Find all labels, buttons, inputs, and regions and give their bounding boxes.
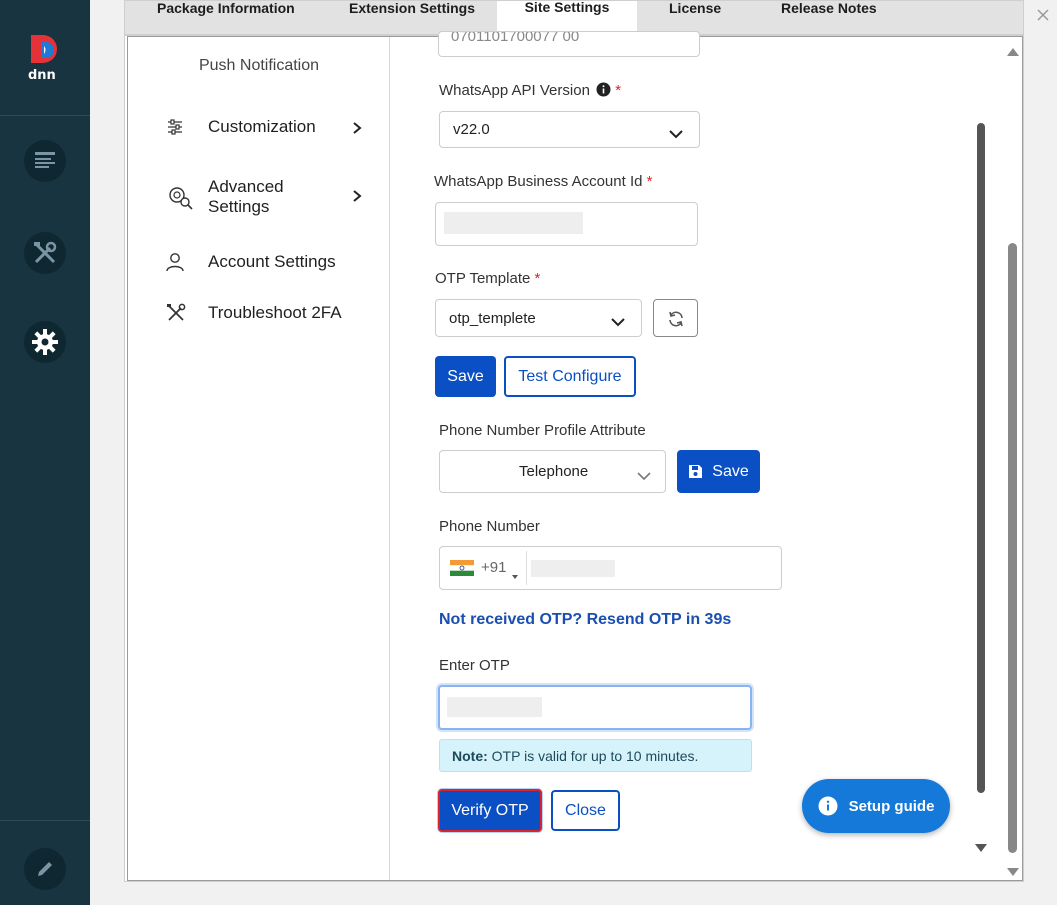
phone-attr-label: Phone Number Profile Attribute [439,422,646,439]
required-mark: * [646,173,653,190]
otp-input[interactable] [438,685,752,730]
floppy-disk-icon [688,464,703,479]
tab-site-settings-label: Site Settings [524,0,610,15]
nav-label-customization: Customization [208,117,316,136]
nav-label-troubleshoot: Troubleshoot 2FA [208,303,342,322]
settings-panel: Package Information Extension Settings S… [124,0,1024,882]
business-id-input[interactable] [435,202,698,246]
save-button[interactable]: Save [435,356,496,397]
nav-label-advanced: Advanced Settings [208,177,284,217]
test-configure-button[interactable]: Test Configure [504,356,636,397]
tab-license[interactable]: License [669,0,721,16]
close-button[interactable]: Close [551,790,620,831]
save-phone-attr-button[interactable]: Save [677,450,760,493]
chevron-down-icon [611,314,625,332]
phone-number-id-input[interactable]: 0701101700077 00 [438,31,700,57]
code-divider [526,551,527,585]
nav-label-advanced-line1: Advanced [208,177,284,196]
otp-note: Note: OTP is valid for up to 10 minutes. [439,739,752,772]
tools-icon[interactable] [24,232,66,274]
note-text: OTP is valid for up to 10 minutes. [491,748,699,764]
close-window-icon[interactable] [1036,8,1050,27]
resend-otp-link[interactable]: Not received OTP? Resend OTP in 39s [439,611,731,629]
chevron-right-icon[interactable] [352,121,362,140]
svg-text:dnn: dnn [28,68,56,82]
refresh-template-button[interactable] [653,299,698,337]
refresh-icon [667,310,685,333]
tab-extension-settings[interactable]: Extension Settings [349,0,475,16]
redacted-value [444,212,583,234]
caret-down-icon [512,566,518,584]
otp-template-select[interactable]: otp_templete [435,299,642,337]
outer-scrollbar-thumb[interactable] [1008,243,1017,853]
country-code[interactable]: +91 [481,559,506,576]
inner-scrollbar-thumb[interactable] [977,123,985,793]
india-flag-icon[interactable] [450,560,474,581]
redacted-phone [531,560,615,577]
tab-package-information[interactable]: Package Information [157,0,295,16]
otp-template-value: otp_templete [449,310,536,327]
scroll-up-arrow-icon[interactable] [1007,43,1019,61]
chevron-right-icon[interactable] [352,189,362,208]
api-version-label: WhatsApp API Version * [439,82,621,101]
chevron-down-icon [669,126,683,144]
wrench-screwdriver-icon [166,303,196,323]
business-id-label-text: WhatsApp Business Account Id [434,173,643,190]
nav-item-account-settings[interactable]: Account Settings [166,252,336,272]
note-bold: Note: [452,748,488,764]
info-icon[interactable] [596,82,611,101]
required-mark: * [615,82,622,99]
nav-label-account: Account Settings [208,252,336,271]
otp-template-label-text: OTP Template [435,270,531,287]
nav-item-troubleshoot-2fa[interactable]: Troubleshoot 2FA [166,303,342,323]
scroll-down-arrow-icon[interactable] [975,839,987,857]
otp-template-label: OTP Template * [435,270,540,287]
content-icon[interactable] [24,140,66,182]
scroll-down-arrow-icon[interactable] [1007,863,1019,881]
setup-guide-label: Setup guide [848,797,935,815]
phone-number-id-value: 0701101700077 00 [451,31,580,45]
phone-number-input[interactable]: +91 [439,546,782,590]
api-version-label-text: WhatsApp API Version [439,82,590,99]
api-version-value: v22.0 [453,121,490,138]
phone-attr-select[interactable]: Telephone [439,450,666,493]
rail-divider-bottom [0,820,90,821]
settings-gear-icon[interactable] [24,321,66,363]
save-phone-attr-label: Save [712,462,749,480]
gear-search-icon [166,184,196,210]
redacted-otp [447,697,542,717]
nav-item-customization[interactable]: Customization [166,117,316,137]
dnn-logo: dnn [28,32,64,83]
rail-divider [0,115,90,116]
nav-label-advanced-line2: Settings [208,197,270,216]
required-mark: * [534,270,541,287]
user-icon [166,252,196,272]
left-nav: Push Notification Customization Advanced… [128,37,390,880]
chevron-down-icon [637,468,651,486]
info-circle-icon [818,796,838,816]
edit-pencil-icon[interactable] [24,848,66,890]
nav-item-push-notification[interactable]: Push Notification [128,57,390,75]
enter-otp-label: Enter OTP [439,657,510,674]
setup-guide-button[interactable]: Setup guide [802,779,950,833]
verify-otp-button[interactable]: Verify OTP [438,789,542,832]
phone-number-label: Phone Number [439,518,540,535]
nav-item-advanced-settings[interactable]: Advanced Settings [166,177,284,217]
content-frame: Push Notification Customization Advanced… [127,31,1023,881]
tab-release-notes[interactable]: Release Notes [781,0,877,16]
sliders-icon [166,118,196,136]
phone-attr-value: Telephone [519,463,589,480]
api-version-select[interactable]: v22.0 [439,111,700,148]
app-sidebar: dnn [0,0,90,905]
business-id-label: WhatsApp Business Account Id * [434,173,652,190]
